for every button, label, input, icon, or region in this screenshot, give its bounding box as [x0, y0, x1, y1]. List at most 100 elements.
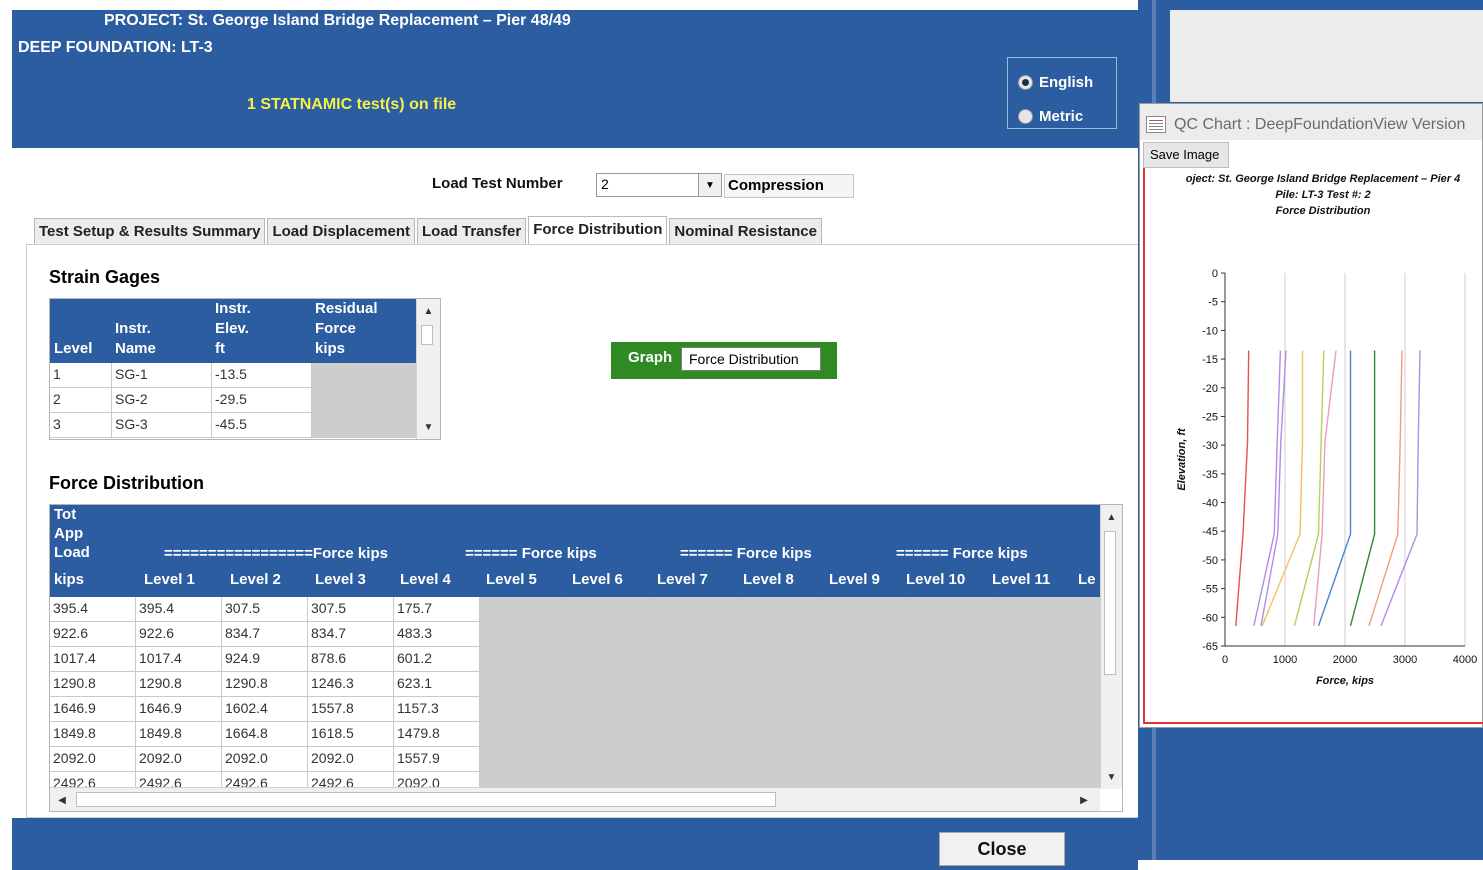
scroll-down-icon[interactable]: ▼	[1101, 767, 1122, 787]
cell-level-force[interactable]: 2492.6	[136, 772, 222, 787]
cell-level-force[interactable]	[480, 772, 566, 787]
cell-level-force[interactable]: 1602.4	[222, 697, 308, 722]
cell-level-force[interactable]: 2092.0	[394, 772, 480, 787]
cell-level-force[interactable]	[566, 747, 652, 772]
cell-level-force[interactable]	[652, 747, 738, 772]
cell-level-force[interactable]: 2492.6	[222, 772, 308, 787]
scroll-down-icon[interactable]: ▼	[417, 417, 440, 437]
cell-level-force[interactable]	[480, 722, 566, 747]
cell-level-force[interactable]: 1479.8	[394, 722, 480, 747]
cell-level-force[interactable]	[480, 697, 566, 722]
cell-level-force[interactable]: 878.6	[308, 647, 394, 672]
table-row[interactable]: 1290.8 1290.8 1290.8 1246.3 623.1	[50, 672, 1100, 697]
cell-level-force[interactable]	[566, 622, 652, 647]
cell-level-force[interactable]	[910, 697, 996, 722]
cell-level-force[interactable]	[996, 622, 1100, 647]
cell-level-force[interactable]: 1618.5	[308, 722, 394, 747]
cell-total-load[interactable]: 1849.8	[50, 722, 136, 747]
table-row[interactable]: 922.6 922.6 834.7 834.7 483.3	[50, 622, 1100, 647]
cell-level-force[interactable]	[738, 672, 824, 697]
save-image-button[interactable]: Save Image	[1143, 142, 1229, 168]
cell-total-load[interactable]: 1290.8	[50, 672, 136, 697]
cell-level-force[interactable]	[566, 647, 652, 672]
cell-level-force[interactable]	[480, 647, 566, 672]
cell-level-force[interactable]: 307.5	[308, 597, 394, 622]
cell-level-force[interactable]	[738, 772, 824, 787]
cell-level-force[interactable]: 623.1	[394, 672, 480, 697]
cell-level-force[interactable]	[566, 722, 652, 747]
cell-level-force[interactable]	[996, 597, 1100, 622]
cell-level-force[interactable]	[996, 697, 1100, 722]
table-row[interactable]: 3 SG-3 -45.5	[50, 413, 416, 438]
scroll-left-icon[interactable]: ◀	[54, 790, 70, 810]
cell-level-force[interactable]	[566, 597, 652, 622]
cell-level-force[interactable]	[824, 647, 910, 672]
scroll-up-icon[interactable]: ▲	[417, 301, 440, 321]
cell-level-force[interactable]: 1664.8	[222, 722, 308, 747]
cell-level-force[interactable]	[824, 697, 910, 722]
force-vscrollbar[interactable]: ▲ ▼	[1100, 505, 1122, 789]
cell-residual[interactable]	[312, 363, 416, 388]
cell-level-force[interactable]	[824, 597, 910, 622]
english-radio[interactable]: English	[1018, 74, 1093, 91]
cell-level-force[interactable]	[652, 722, 738, 747]
cell-level-force[interactable]: 924.9	[222, 647, 308, 672]
close-button[interactable]: Close	[939, 832, 1065, 866]
cell-name[interactable]: SG-2	[112, 388, 212, 413]
cell-level-force[interactable]: 2092.0	[222, 747, 308, 772]
tab-test-setup[interactable]: Test Setup & Results Summary	[34, 218, 266, 244]
cell-residual[interactable]	[312, 413, 416, 438]
table-row[interactable]: 1849.8 1849.8 1664.8 1618.5 1479.8	[50, 722, 1100, 747]
cell-level-force[interactable]	[480, 747, 566, 772]
cell-level-force[interactable]: 601.2	[394, 647, 480, 672]
cell-elev[interactable]: -13.5	[212, 363, 312, 388]
cell-level-force[interactable]	[910, 747, 996, 772]
cell-level-force[interactable]: 2492.6	[308, 772, 394, 787]
table-row[interactable]: 2092.0 2092.0 2092.0 2092.0 1557.9	[50, 747, 1100, 772]
cell-level-force[interactable]	[824, 672, 910, 697]
cell-level-force[interactable]: 1246.3	[308, 672, 394, 697]
table-row[interactable]: 1 SG-1 -13.5	[50, 363, 416, 388]
cell-level-force[interactable]: 1157.3	[394, 697, 480, 722]
cell-total-load[interactable]: 395.4	[50, 597, 136, 622]
cell-name[interactable]: SG-1	[112, 363, 212, 388]
cell-level-force[interactable]: 1017.4	[136, 647, 222, 672]
cell-level-force[interactable]	[996, 672, 1100, 697]
cell-level-force[interactable]	[480, 672, 566, 697]
cell-level-force[interactable]	[910, 772, 996, 787]
cell-level-force[interactable]	[738, 647, 824, 672]
scroll-thumb[interactable]	[1104, 531, 1116, 675]
scroll-thumb[interactable]	[421, 325, 433, 345]
cell-level-force[interactable]	[652, 772, 738, 787]
cell-total-load[interactable]: 1017.4	[50, 647, 136, 672]
tab-nominal-resistance[interactable]: Nominal Resistance	[669, 218, 822, 244]
cell-level-force[interactable]	[996, 722, 1100, 747]
cell-level-force[interactable]: 1290.8	[222, 672, 308, 697]
cell-level-force[interactable]	[566, 772, 652, 787]
scroll-up-icon[interactable]: ▲	[1101, 507, 1122, 527]
cell-elev[interactable]: -45.5	[212, 413, 312, 438]
cell-level-force[interactable]	[652, 622, 738, 647]
cell-level-force[interactable]: 922.6	[136, 622, 222, 647]
table-row[interactable]: 395.4 395.4 307.5 307.5 175.7	[50, 597, 1100, 622]
cell-level-force[interactable]: 307.5	[222, 597, 308, 622]
cell-level-force[interactable]	[738, 722, 824, 747]
cell-level-force[interactable]	[910, 597, 996, 622]
cell-total-load[interactable]: 2092.0	[50, 747, 136, 772]
dropdown-arrow-icon[interactable]: ▼	[698, 174, 721, 196]
cell-level-force[interactable]	[566, 672, 652, 697]
cell-level-force[interactable]: 483.3	[394, 622, 480, 647]
cell-level-force[interactable]	[824, 747, 910, 772]
cell-level-force[interactable]	[910, 672, 996, 697]
cell-level-force[interactable]	[824, 722, 910, 747]
cell-level-force[interactable]	[738, 597, 824, 622]
table-row[interactable]: 1646.9 1646.9 1602.4 1557.8 1157.3	[50, 697, 1100, 722]
cell-level-force[interactable]	[652, 697, 738, 722]
cell-total-load[interactable]: 922.6	[50, 622, 136, 647]
cell-level-force[interactable]	[480, 597, 566, 622]
table-row[interactable]: 2 SG-2 -29.5	[50, 388, 416, 413]
graph-type-select[interactable]: Force Distribution	[681, 347, 821, 371]
cell-level-force[interactable]	[738, 697, 824, 722]
tab-force-distribution[interactable]: Force Distribution	[528, 216, 668, 244]
cell-level-force[interactable]	[824, 622, 910, 647]
